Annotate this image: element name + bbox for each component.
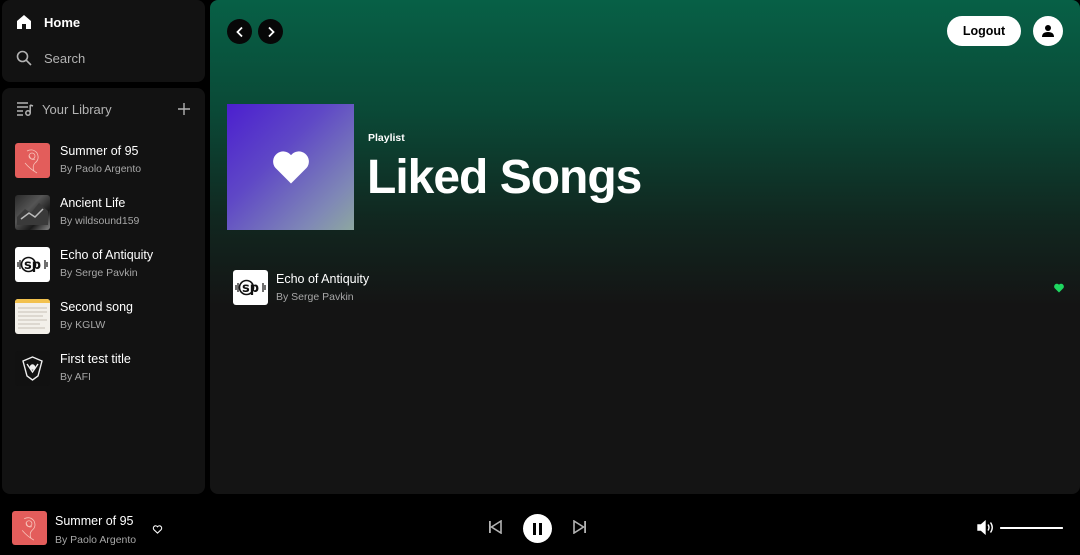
liked-heart-icon[interactable] [1053,282,1065,294]
now-playing-title: Summer of 95 [55,514,134,528]
search-icon [16,50,32,66]
library-item-artist: By KGLW [60,319,106,332]
chevron-left-icon [235,26,243,37]
nav-home[interactable]: Home [16,14,80,30]
library-item-title: First test title [60,352,131,367]
page-title: Liked Songs [367,151,642,204]
library-header: Your Library [16,100,191,118]
library-item[interactable]: First test title By AFI [15,342,197,394]
album-thumbnail [15,298,50,334]
main-panel: Logout Playlist Liked Songs sp Echo of A… [210,0,1080,494]
pause-button[interactable] [523,514,552,543]
library-icon[interactable] [16,101,34,117]
skip-next-icon[interactable] [573,520,587,534]
user-icon [1042,25,1054,37]
library-item[interactable]: sp Echo of Antiquity By Serge Pavkin [15,238,197,290]
library-item[interactable]: Second song By KGLW [15,290,197,342]
library-list: Summer of 95 By Paolo Argento Ancient Li… [15,134,197,394]
library-item[interactable]: Summer of 95 By Paolo Argento [15,134,197,186]
library-item-artist: By AFI [60,371,91,384]
library-item-title: Ancient Life [60,196,126,211]
library-item-title: Echo of Antiquity [60,248,154,263]
track-artist: By Serge Pavkin [276,290,354,303]
home-icon [17,15,31,29]
add-icon[interactable] [177,102,191,116]
playlist-cover [227,104,354,230]
track-title: Echo of Antiquity [276,271,370,286]
album-thumbnail [15,350,50,386]
heart-outline-icon[interactable] [152,524,163,535]
volume-icon[interactable] [977,520,994,535]
album-thumbnail [15,194,50,230]
nav-home-label: Home [44,14,81,30]
now-playing-thumbnail [12,511,47,545]
library-item-artist: By Serge Pavkin [60,267,138,280]
pause-icon [533,522,542,535]
volume-fill [1000,527,1063,529]
nav-search[interactable]: Search [16,50,85,66]
profile-button[interactable] [1033,16,1063,46]
library-item-artist: By Paolo Argento [60,163,142,176]
nav-panel: Home Search [2,0,205,82]
playlist-type: Playlist [368,132,405,144]
library-panel: Your Library Summer of 95 By Paolo Argen… [2,88,205,494]
nav-search-label: Search [44,50,86,66]
forward-button[interactable] [258,19,283,44]
chevron-right-icon [267,26,275,37]
player-bar: Summer of 95 By Paolo Argento [0,498,1080,555]
album-thumbnail: sp [15,246,50,282]
library-item[interactable]: Ancient Life By wildsound159 [15,186,197,238]
now-playing-artist: By Paolo Argento [55,533,137,546]
heart-icon [272,151,309,184]
skip-previous-icon[interactable] [488,520,502,534]
library-item-title: Second song [60,300,133,315]
back-button[interactable] [227,19,252,44]
logout-button[interactable]: Logout [947,16,1021,46]
library-title[interactable]: Your Library [42,102,112,117]
track-row[interactable]: sp Echo of Antiquity By Serge Pavkin [233,270,1065,305]
library-item-title: Summer of 95 [60,144,139,159]
volume-slider[interactable] [1000,527,1063,529]
track-thumbnail: sp [233,270,268,305]
library-item-artist: By wildsound159 [60,215,140,228]
album-thumbnail [15,142,50,178]
